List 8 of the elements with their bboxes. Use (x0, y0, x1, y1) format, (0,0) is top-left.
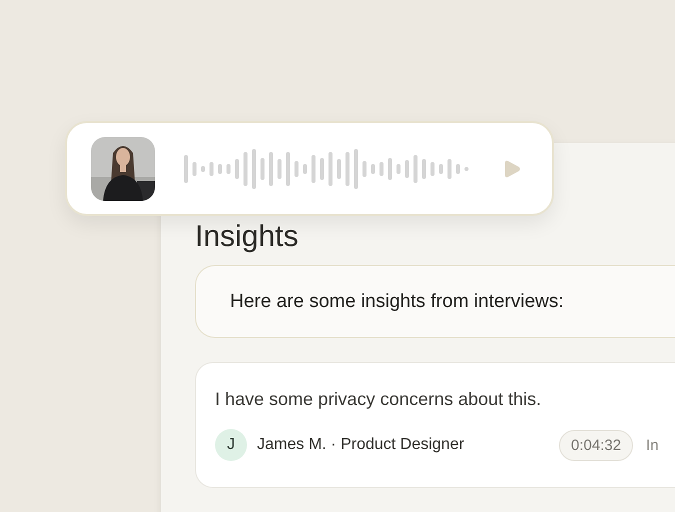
speaker-name: James M. · Product Designer (257, 436, 466, 454)
speaker-avatar: J (215, 429, 247, 461)
play-icon[interactable] (503, 160, 521, 178)
intro-text: Here are some insights from interviews: (230, 290, 564, 312)
quote-text: I have some privacy concerns about this. (215, 389, 542, 410)
timestamp-chip[interactable]: 0:04:32 (559, 430, 634, 460)
panel-title: Insights (195, 219, 300, 255)
quote-label: In (646, 436, 659, 454)
